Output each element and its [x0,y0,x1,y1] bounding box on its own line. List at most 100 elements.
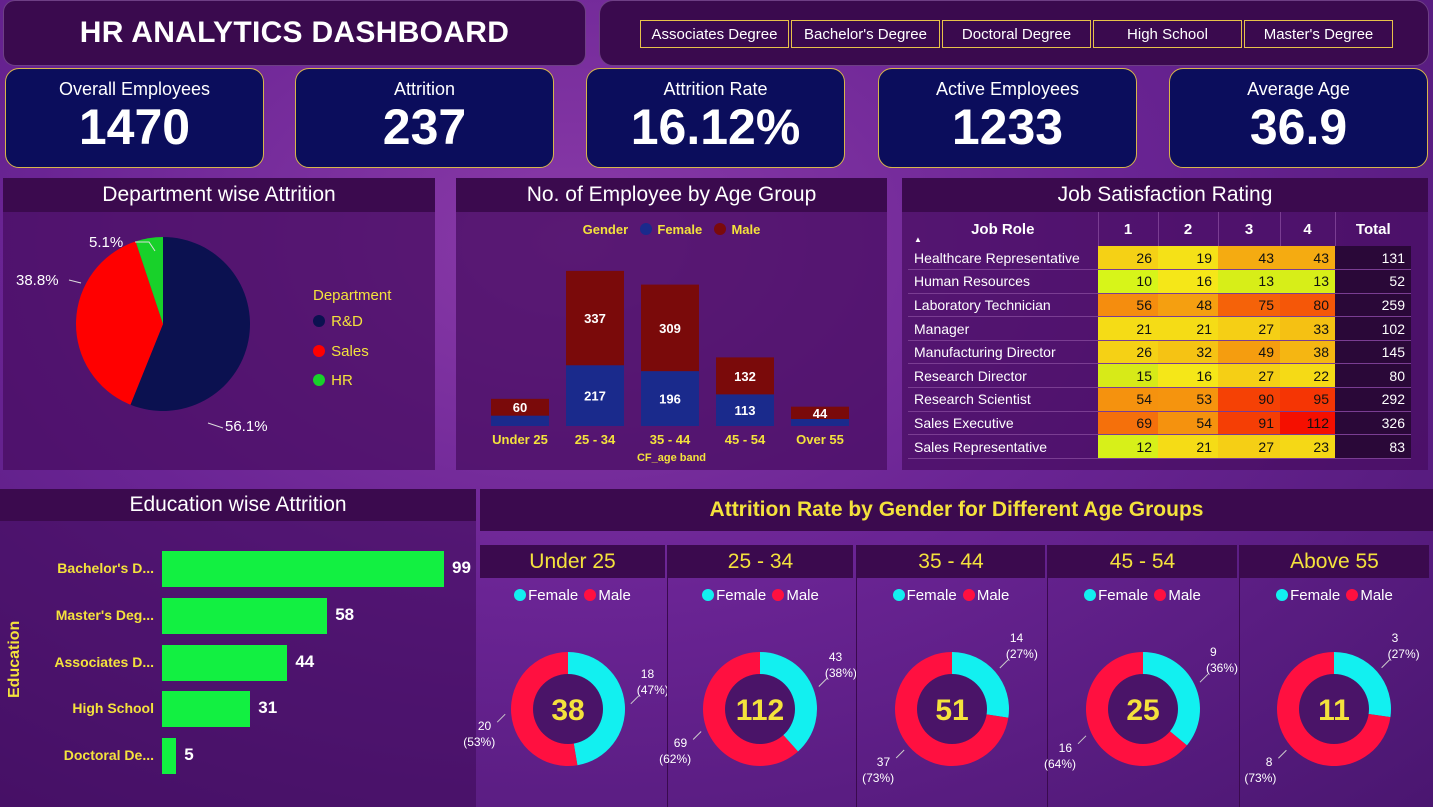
department-pie-chart [68,237,250,429]
rating-1-cell: 21 [1098,316,1158,341]
education-value: 99 [452,558,471,577]
legend-label: R&D [331,313,363,330]
education-slicer: Associates Degree Bachelor's Degree Doct… [599,0,1429,66]
table-row[interactable]: Sales Representative 12 21 27 23 83 [908,434,1411,459]
department-attrition-panel: Department wise Attrition 56.1% 38.8% 5.… [3,178,435,470]
rating-2-cell: 21 [1158,434,1218,459]
data-label-male: 132 [734,369,756,384]
table-row[interactable]: Laboratory Technician 56 48 75 80 259 [908,293,1411,318]
donut-total: 38 [551,694,584,727]
col-header-job-role[interactable]: Job Role ▲ [908,212,1099,246]
legend-label: HR [331,372,353,389]
rating-1-cell: 10 [1098,269,1158,294]
kpi-attrition-rate: Attrition Rate 16.12% [586,68,845,168]
rating-2-cell: 19 [1158,246,1218,271]
total-cell: 326 [1335,411,1411,436]
job-role-cell: Manager [908,316,1098,341]
rating-3-cell: 27 [1218,363,1280,389]
legend-hr[interactable]: HR [313,372,353,389]
rating-3-cell: 27 [1218,316,1280,341]
education-axis-label: Education [6,620,23,698]
education-value: 58 [335,605,355,624]
rating-4-cell: 13 [1280,269,1335,294]
legend-dot [313,315,325,327]
data-label-male: 309 [659,321,681,336]
legend-label: Sales [331,343,369,360]
col-header-1[interactable]: 1 [1098,212,1159,246]
panel-title: Job Satisfaction Rating [902,178,1428,212]
education-label: Bachelor's D... [57,560,154,576]
table-row[interactable]: Manufacturing Director 26 32 49 38 145 [908,340,1411,365]
legend-sales[interactable]: Sales [313,343,369,360]
rating-4-cell: 95 [1280,387,1335,412]
col-header-4[interactable]: 4 [1280,212,1336,246]
table-row[interactable]: Healthcare Representative 26 19 43 43 131 [908,246,1411,271]
data-label-male: 44 [813,406,828,421]
education-bar[interactable] [162,551,444,587]
rating-2-cell: 53 [1158,387,1218,412]
total-cell: 102 [1335,316,1411,341]
pie-leader-line [68,279,82,284]
col-header-total[interactable]: Total [1335,212,1411,246]
donut-label-male: 8 (73%) [1244,755,1277,786]
education-label: Associates D... [54,654,154,670]
kpi-overall-employees: Overall Employees 1470 [5,68,264,168]
legend-dot [313,374,325,386]
education-bar[interactable] [162,645,288,681]
gender-donut-card: 45 - 54 Female Male 25 9 (36%) 16 (64%) [1044,545,1238,807]
table-row[interactable]: Human Resources 10 16 13 13 52 [908,269,1411,294]
slicer-bachelors-degree[interactable]: Bachelor's Degree [791,20,940,48]
education-attrition-panel: Education wise Attrition Education Bache… [0,489,476,807]
kpi-attrition: Attrition 237 [295,68,554,168]
kpi-label: Attrition Rate [663,79,768,99]
education-bar[interactable] [162,738,177,774]
education-value: 31 [258,698,278,717]
total-cell: 83 [1335,434,1411,459]
total-cell: 131 [1335,246,1411,271]
rating-1-cell: 12 [1098,434,1158,459]
legend-rd[interactable]: R&D [313,313,363,330]
bar-female[interactable] [491,415,549,426]
table-row[interactable]: Sales Executive 69 54 91 112 326 [908,411,1411,436]
education-bar[interactable] [162,691,251,727]
table-row[interactable]: Manager 21 21 27 33 102 [908,316,1411,341]
sort-ascending-icon[interactable]: ▲ [914,235,922,244]
education-label: Master's Deg... [55,607,154,623]
rating-4-cell: 22 [1280,363,1335,389]
job-role-cell: Research Director [908,363,1098,389]
legend-dot [313,345,325,357]
table-row[interactable]: Research Director 15 16 27 22 80 [908,363,1411,389]
x-tick-label: Under 25 [492,432,548,447]
data-label-male: 337 [584,311,606,326]
data-label-female: 196 [659,392,681,407]
table-row[interactable]: Research Scientist 54 53 90 95 292 [908,387,1411,412]
rating-4-cell: 23 [1280,434,1335,459]
job-role-cell: Healthcare Representative [908,246,1098,271]
rating-3-cell: 90 [1218,387,1280,412]
col-header-3[interactable]: 3 [1218,212,1281,246]
job-role-cell: Laboratory Technician [908,293,1098,318]
gender-attrition-title: Attrition Rate by Gender for Different A… [709,498,1204,521]
dashboard-title: HR ANALYTICS DASHBOARD [79,16,510,49]
leader-line-male [496,713,506,723]
education-bar[interactable] [162,598,328,634]
panel-title: Education wise Attrition [0,489,476,521]
kpi-value: 1233 [951,99,1064,155]
donut-total: 11 [1318,694,1350,727]
col-header-2[interactable]: 2 [1158,212,1219,246]
slicer-associates-degree[interactable]: Associates Degree [640,20,789,48]
pie-label-rd: 56.1% [225,418,268,435]
gender-attrition-header: Attrition Rate by Gender for Different A… [480,489,1433,531]
x-tick-label: 35 - 44 [650,432,691,447]
rating-3-cell: 43 [1218,246,1280,271]
job-role-cell: Sales Executive [908,411,1098,436]
slicer-masters-degree[interactable]: Master's Degree [1244,20,1393,48]
job-satisfaction-panel: Job Satisfaction Rating Job Role ▲ 1 2 3… [902,178,1428,470]
rating-2-cell: 21 [1158,316,1218,341]
data-label-female: 217 [584,389,606,404]
slicer-high-school[interactable]: High School [1093,20,1242,48]
rating-2-cell: 32 [1158,340,1218,365]
rating-3-cell: 49 [1218,340,1280,365]
rating-2-cell: 16 [1158,269,1218,294]
slicer-doctoral-degree[interactable]: Doctoral Degree [942,20,1091,48]
